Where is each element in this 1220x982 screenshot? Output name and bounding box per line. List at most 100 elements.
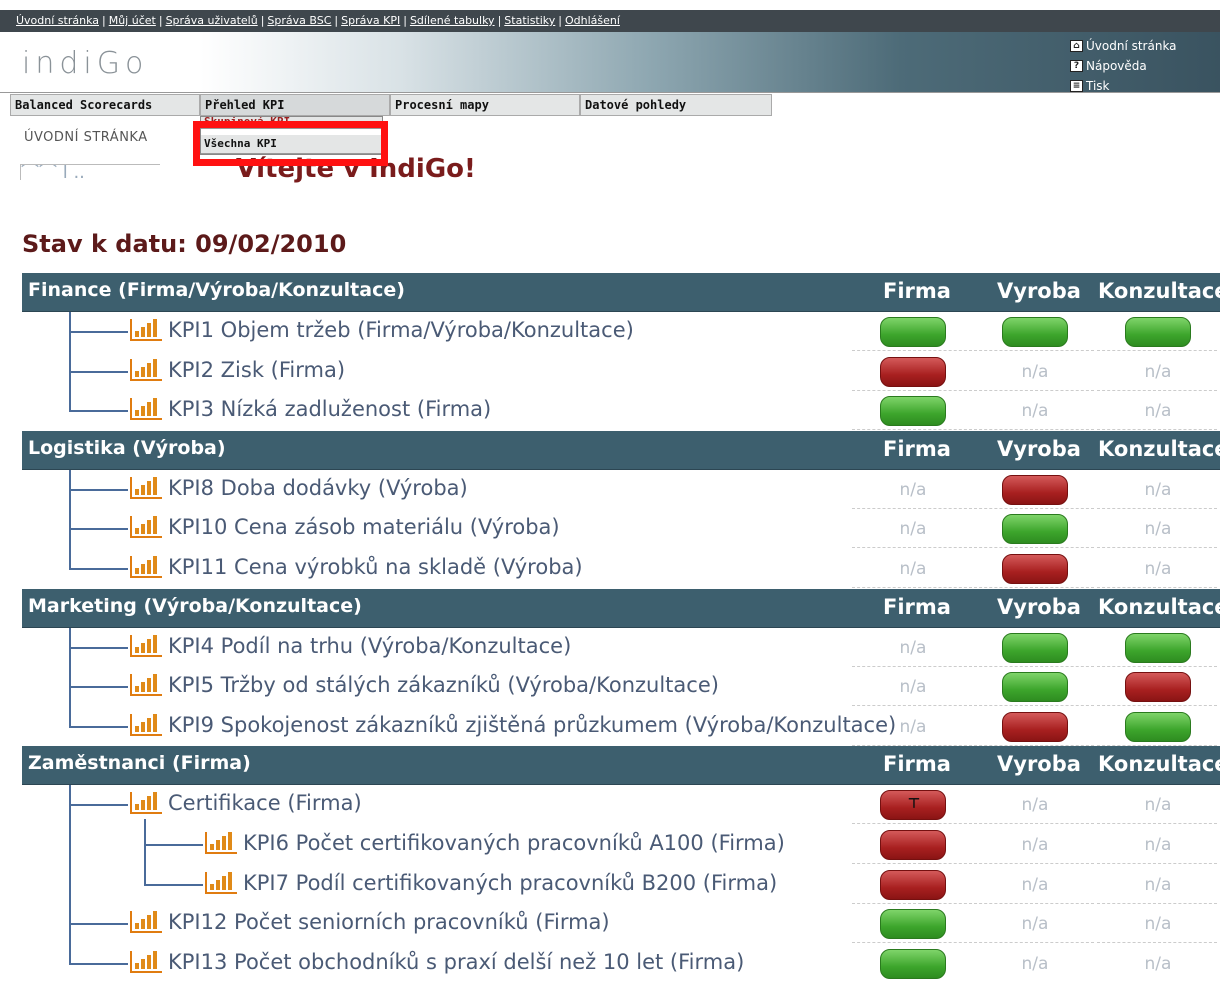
status-red-indicator[interactable] bbox=[1125, 672, 1191, 703]
tree-branch bbox=[70, 410, 128, 413]
nav-balanced-scorecards[interactable]: Balanced Scorecards bbox=[10, 94, 200, 116]
status-green-indicator[interactable] bbox=[880, 396, 946, 427]
category-kpi-group: KPI4 Podíl na trhu (Výroba/Konzultace) n/… bbox=[22, 627, 1220, 747]
tree-structure-icon: ⊤ bbox=[907, 796, 921, 813]
status-red-indicator[interactable] bbox=[1002, 553, 1068, 584]
status-green-indicator[interactable] bbox=[880, 948, 946, 979]
kpi-link[interactable]: Certifikace (Firma) bbox=[130, 791, 362, 815]
nav-procesni-mapy[interactable]: Procesní mapy bbox=[390, 94, 580, 116]
chart-bars-icon bbox=[130, 555, 162, 578]
category-name: Marketing (Výroba/Konzultace) bbox=[28, 594, 362, 617]
kpi-row: KPI10 Cena zásob materiálu (Výroba) n/a n/… bbox=[22, 509, 1220, 549]
header-link-1[interactable]: ? Nápověda bbox=[1070, 56, 1177, 76]
kpi-label-text: KPI4 Podíl na trhu (Výroba/Konzultace) bbox=[168, 633, 572, 658]
column-header-firma: Firma bbox=[883, 594, 951, 619]
status-green-indicator[interactable] bbox=[1002, 632, 1068, 663]
toplink-5[interactable]: Sdílené tabulky bbox=[410, 14, 495, 27]
status-green-indicator[interactable] bbox=[880, 317, 946, 347]
kpi-link[interactable]: KPI9 Spokojenost zákazníků zjištěná průz… bbox=[130, 713, 896, 737]
tree-branch bbox=[145, 843, 203, 846]
kpi-link[interactable]: KPI6 Počet certifikovaných pracovníků A1… bbox=[205, 831, 785, 855]
kpi-link[interactable]: KPI10 Cena zásob materiálu (Výroba) bbox=[130, 515, 560, 539]
kpi-label-text: KPI12 Počet seniorních pracovníků (Firma… bbox=[168, 910, 610, 935]
status-red-indicator[interactable] bbox=[880, 829, 946, 860]
kpi-link[interactable]: KPI4 Podíl na trhu (Výroba/Konzultace) bbox=[130, 634, 571, 658]
chart-bars-icon bbox=[130, 358, 162, 381]
category-header: Finance (Firma/Výroba/Konzultace) Firma Vy… bbox=[22, 273, 1220, 312]
not-applicable-value: n/a bbox=[1144, 914, 1172, 935]
chart-bars-icon bbox=[130, 516, 162, 539]
column-header-konzultace: Konzultace bbox=[1098, 436, 1220, 461]
category-name: Finance (Firma/Výroba/Konzultace) bbox=[28, 279, 405, 301]
status-green-indicator[interactable] bbox=[1002, 514, 1068, 545]
column-header-vyroba: Vyroba bbox=[997, 279, 1081, 303]
status-green-indicator[interactable] bbox=[1125, 317, 1191, 347]
toplink-3[interactable]: Správa BSC bbox=[267, 14, 331, 27]
header-link-0[interactable]: ⌂ Úvodní stránka bbox=[1070, 36, 1177, 56]
column-header-vyroba: Vyroba bbox=[997, 594, 1081, 619]
tree-subtrunk bbox=[144, 819, 146, 886]
kpi-link[interactable]: KPI5 Tržby od stálých zákazníků (Výroba/… bbox=[130, 673, 719, 697]
kpi-row: KPI4 Podíl na trhu (Výroba/Konzultace) n/… bbox=[22, 628, 1220, 668]
kpi-link[interactable]: KPI12 Počet seniorních pracovníků (Firma… bbox=[130, 910, 610, 934]
not-applicable-value: n/a bbox=[1021, 953, 1049, 974]
kpi-link[interactable]: KPI7 Podíl certifikovaných pracovníků B2… bbox=[205, 871, 777, 895]
main-nav: Balanced Scorecards Přehled KPI Procesní… bbox=[0, 92, 1220, 116]
kpi-link[interactable]: KPI8 Doba dodávky (Výroba) bbox=[130, 476, 468, 500]
category-header: Logistika (Výroba) Firma Vyroba Konzultace bbox=[22, 430, 1220, 470]
not-applicable-value: n/a bbox=[1144, 834, 1172, 855]
tree-trunk bbox=[69, 469, 71, 570]
toplink-0[interactable]: Úvodní stránka bbox=[16, 14, 99, 27]
kpi-link[interactable]: KPI2 Zisk (Firma) bbox=[130, 358, 345, 382]
status-green-indicator[interactable] bbox=[1002, 317, 1068, 347]
toplink-4[interactable]: Správa KPI bbox=[341, 14, 400, 27]
not-applicable-value: n/a bbox=[1144, 479, 1172, 500]
menu-item-skupinova-kpi[interactable]: Skupinová KPI bbox=[201, 117, 382, 129]
tree-branch bbox=[70, 686, 128, 689]
menu-item-vsechna-kpi[interactable]: Všechna KPI bbox=[201, 135, 382, 154]
status-green-indicator[interactable] bbox=[1125, 632, 1191, 663]
status-red-indicator[interactable]: ⊤ bbox=[880, 790, 946, 821]
kpi-row: KPI7 Podíl certifikovaných pracovníků B2… bbox=[22, 865, 1220, 905]
not-applicable-value: n/a bbox=[1021, 874, 1049, 895]
not-applicable-value: n/a bbox=[1144, 519, 1172, 540]
toplink-7[interactable]: Odhlášení bbox=[565, 14, 620, 27]
column-header-firma: Firma bbox=[883, 279, 951, 303]
kpi-row: KPI9 Spokojenost zákazníků zjištěná průz… bbox=[22, 707, 1220, 747]
status-green-indicator[interactable] bbox=[1002, 672, 1068, 703]
toplink-1[interactable]: Můj účet bbox=[109, 14, 156, 27]
not-applicable-value: n/a bbox=[1144, 401, 1172, 422]
status-red-indicator[interactable] bbox=[880, 869, 946, 900]
kpi-link[interactable]: KPI1 Objem tržeb (Firma/Výroba/Konzultac… bbox=[130, 318, 634, 342]
kpi-label-text: KPI7 Podíl certifikovaných pracovníků B2… bbox=[243, 870, 778, 895]
nav-prehled-kpi[interactable]: Přehled KPI bbox=[200, 94, 390, 116]
kpi-label-text: Certifikace (Firma) bbox=[168, 791, 362, 816]
separator: | bbox=[403, 14, 407, 27]
kpi-label-text: KPI13 Počet obchodníků s praxí delší než… bbox=[168, 949, 745, 974]
kpi-label-text: KPI8 Doba dodávky (Výroba) bbox=[168, 475, 468, 500]
top-links-bar: Úvodní stránka | Můj účet | Správa uživatelů… bbox=[0, 10, 1220, 32]
status-red-indicator[interactable] bbox=[1002, 711, 1068, 742]
status-green-indicator[interactable] bbox=[880, 909, 946, 940]
kpi-link[interactable]: KPI11 Cena výrobků na skladě (Výroba) bbox=[130, 555, 583, 579]
category-name: Logistika (Výroba) bbox=[28, 436, 226, 459]
toplink-2[interactable]: Správa uživatelů bbox=[166, 14, 258, 27]
chart-bars-icon bbox=[130, 398, 162, 421]
tree-branch bbox=[145, 883, 203, 886]
toplink-6[interactable]: Statistiky bbox=[504, 14, 555, 27]
separator: | bbox=[334, 14, 339, 27]
kpi-row: KPI13 Počet obchodníků s praxí delší než… bbox=[22, 944, 1220, 982]
status-red-indicator[interactable] bbox=[1002, 474, 1068, 505]
kpi-row: KPI5 Tržby od stálých zákazníků (Výroba/… bbox=[22, 667, 1220, 707]
tree-branch bbox=[70, 488, 128, 491]
tree-trunk bbox=[69, 312, 71, 413]
kpi-link[interactable]: KPI3 Nízká zadluženost (Firma) bbox=[130, 397, 491, 421]
not-applicable-value: n/a bbox=[1144, 953, 1172, 974]
kpi-label-text: KPI6 Počet certifikovaných pracovníků A1… bbox=[243, 830, 785, 855]
kpi-row: KPI11 Cena výrobků na skladě (Výroba) n/a… bbox=[22, 549, 1220, 589]
kpi-link[interactable]: KPI13 Počet obchodníků s praxí delší než… bbox=[130, 950, 744, 974]
kpi-label-text: KPI11 Cena výrobků na skladě (Výroba) bbox=[168, 554, 583, 579]
status-green-indicator[interactable] bbox=[1125, 711, 1191, 742]
status-red-indicator[interactable] bbox=[880, 356, 946, 387]
nav-datove-pohledy[interactable]: Datové pohledy bbox=[580, 94, 772, 116]
